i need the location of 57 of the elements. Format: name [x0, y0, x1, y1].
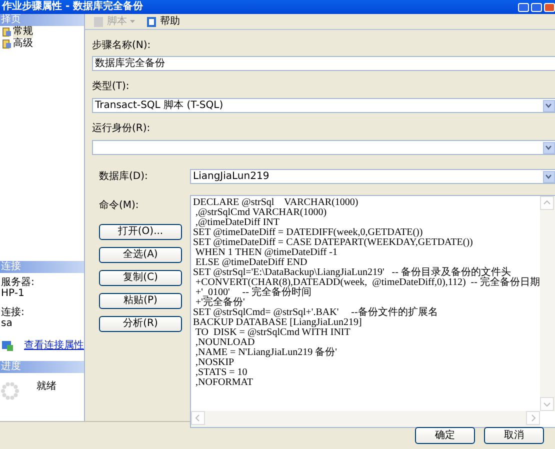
page-item[interactable]: 常规	[13, 26, 33, 38]
field-label: 运行身份(R):	[92, 123, 152, 135]
toolbar-button[interactable]: 帮助	[144, 14, 182, 29]
code-line: ELSE @timeDateDiff END	[194, 258, 308, 268]
field-label: 数据库(D):	[99, 171, 149, 183]
code-line: TO DISK = @strSqlCmd WITH INIT	[194, 328, 350, 338]
code-line: ,NAME = N'LiangJiaLun219 备份'	[194, 348, 338, 358]
caret-icon	[545, 145, 552, 150]
code-line: ,STATS = 10	[194, 368, 248, 378]
server-value: HP-1	[0, 288, 26, 299]
horizontal-scrollbar[interactable]	[191, 411, 540, 427]
code-line: SET @timeDateDiff = DATEDIFF(week,0,GETDATE())	[193, 228, 424, 238]
connection-value: sa	[0, 318, 14, 329]
caret-icon	[545, 103, 552, 108]
field-label: 步骤名称(N):	[92, 40, 152, 52]
progress-status: 就绪	[36, 381, 56, 394]
code-line: SET @timeDateDiff = CASE DATEPART(WEEKDAY,GETDATE())	[193, 238, 474, 248]
section-header: 进度	[0, 361, 84, 373]
code-line: ,NOFORMAT	[194, 378, 254, 388]
connection-label: 连接:	[0, 307, 26, 318]
server-label: 服务器:	[0, 277, 36, 288]
ok-button[interactable]: 确定	[415, 427, 475, 444]
scroll-up-icon	[540, 196, 554, 210]
command-button[interactable]: 全选(A)	[99, 247, 182, 263]
field-label: 类型(T):	[92, 81, 130, 93]
type-dropdown[interactable]: Transact-SQL 脚本 (T-SQL)	[92, 98, 555, 113]
command-button[interactable]: 复制(C)	[99, 270, 182, 286]
command-button[interactable]: 分析(R)	[99, 316, 182, 332]
spinner-icon	[0, 381, 20, 401]
code-line: +'完全备份'	[194, 298, 246, 308]
code-line: SET @strSqlCmd= @strSql+'.BAK' --备份文件的扩展名	[193, 308, 439, 318]
caret-icon	[545, 174, 552, 179]
code-line: ,NOUNLOAD	[194, 338, 255, 348]
section-header: 连接	[0, 261, 84, 273]
code-line: DECLARE @strSql VARCHAR(1000)	[193, 198, 360, 208]
field-label: 命令(M):	[99, 200, 140, 212]
window-title: 作业步骤属性 - 数据库完全备份	[0, 0, 144, 14]
code-line: SET @strSql='E:\DataBackup\LiangJiaLun219' -- 备份目录及备份的文件头	[193, 268, 511, 278]
cancel-button[interactable]: 取消	[484, 427, 544, 444]
scroll-down-icon	[540, 397, 554, 411]
step-name-field[interactable]: 数据库完全备份	[92, 56, 555, 71]
code-line: BACKUP DATABASE [LiangJiaLun219]	[193, 318, 363, 328]
database-dropdown[interactable]: LiangJiaLun219	[190, 169, 555, 184]
view-connection-properties-link[interactable]: 查看连接属性	[24, 338, 84, 353]
code-line: +CONVERT(CHAR(8),DATEADD(week, @timeDateDiff,0),112) -- 完全备份日期	[194, 278, 540, 288]
scroll-right-icon	[526, 411, 540, 425]
code-line: +'_0100' -- 完全备份时间	[194, 288, 312, 298]
command-button[interactable]: 打开(O)...	[99, 224, 182, 240]
command-button[interactable]: 粘贴(P)	[99, 293, 182, 309]
code-line: ,NOSKIP	[194, 358, 236, 368]
vertical-scrollbar[interactable]	[540, 196, 555, 411]
page-item[interactable]: 高级	[13, 38, 33, 50]
code-line: WHEN 1 THEN @timeDateDiff -1	[194, 248, 338, 258]
command-editor[interactable]	[190, 195, 555, 428]
code-line: ,@strSqlCmd VARCHAR(1000)	[194, 208, 328, 218]
code-line: ,@timeDateDiff INT	[194, 218, 280, 228]
section-header: 择页	[0, 14, 84, 26]
